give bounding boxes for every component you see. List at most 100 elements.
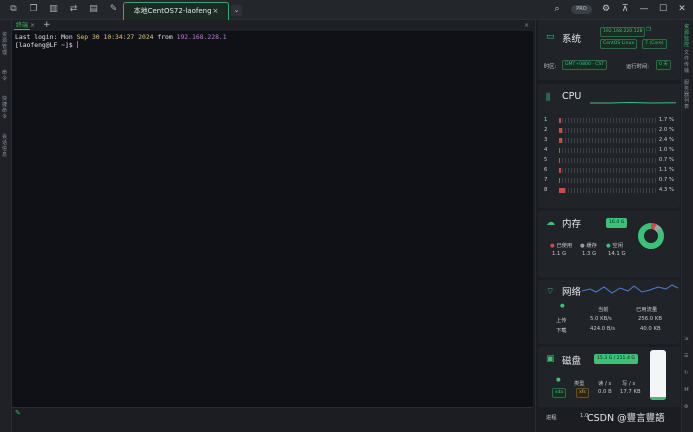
shell-prompt: [laofeng@LF ~]$ bbox=[15, 41, 77, 49]
network-col-current: 当前 bbox=[598, 307, 609, 313]
title-bar: ⧉ ❐ ▥ ⇄ ▤ ✎ 本地CentOS72-laofeng× ⌄ ⌕ PRO … bbox=[0, 0, 693, 20]
memory-total-badge: 16.4 G bbox=[606, 218, 628, 228]
cpu-core-number: 5 bbox=[544, 157, 548, 163]
cpu-core-bar bbox=[559, 138, 657, 143]
disk-col-write: 写 / s bbox=[622, 381, 636, 387]
right-sidebar: 资源监控 文件传输 服务器列表 ⇲ ☰ ↻ ⌘ ⚙ bbox=[681, 20, 693, 432]
list-icon[interactable]: ▤ bbox=[88, 4, 99, 15]
cpu-core-bar bbox=[559, 188, 657, 193]
download-label: 下载 bbox=[556, 328, 567, 334]
terminal-subtab[interactable]: 终端 bbox=[14, 21, 31, 30]
toolbar: ⧉ ❐ ▥ ⇄ ▤ ✎ bbox=[8, 4, 119, 15]
window-controls: ⌕ PRO ⚙ ⊼ — ☐ ✕ bbox=[552, 4, 687, 14]
ip-badge[interactable]: 192.168.220.128 bbox=[600, 27, 646, 37]
cpu-core-value: 0.7 % bbox=[658, 177, 674, 183]
cpu-core-row: 6 1.1 % bbox=[544, 166, 676, 174]
session-tab[interactable]: 本地CentOS72-laofeng× bbox=[123, 2, 229, 20]
disk-read: 0.0 B bbox=[598, 389, 612, 395]
sidebar-item-quick-commands[interactable]: 快捷命令 bbox=[2, 96, 10, 120]
close-subtab-icon[interactable]: × bbox=[30, 21, 35, 30]
memory-used-label: ● 已使用 bbox=[550, 243, 573, 249]
refresh-icon[interactable]: ↻ bbox=[684, 370, 692, 376]
memory-cache-value: 1.3 G bbox=[582, 251, 597, 257]
cloud-icon: ☁ bbox=[546, 218, 555, 228]
cpu-core-fill bbox=[559, 128, 562, 133]
disk-icon: ▣ bbox=[546, 354, 555, 364]
login-date: Sep 30 10:34:27 2024 bbox=[76, 33, 154, 41]
code-icon[interactable]: ⌘ bbox=[684, 387, 692, 393]
sidebar-item-file-transfer[interactable]: 文件传输 bbox=[684, 50, 692, 74]
network-sparkline bbox=[582, 284, 678, 294]
cpu-core-row: 7 0.7 % bbox=[544, 176, 676, 184]
pencil-icon[interactable]: ✎ bbox=[15, 409, 21, 417]
gear-icon[interactable]: ⚙ bbox=[601, 4, 611, 14]
sidebar-item-session-info[interactable]: 会话信息 bbox=[2, 134, 10, 158]
copy-icon[interactable]: ❐ bbox=[646, 27, 651, 33]
memory-title: 内存 bbox=[562, 219, 582, 230]
terminal-subtabs: 终端 × + × bbox=[12, 20, 533, 31]
cpu-core-bar bbox=[559, 118, 657, 123]
list-icon[interactable]: ☰ bbox=[684, 353, 692, 359]
cpu-core-bar bbox=[559, 128, 657, 133]
sidebar-item-resources[interactable]: 资源管理 bbox=[2, 32, 10, 56]
document-icon[interactable]: ❐ bbox=[28, 4, 39, 15]
cpu-core-value: 2.4 % bbox=[658, 137, 674, 143]
cpu-core-value: 1.0 % bbox=[658, 147, 674, 153]
session-tab-label: 本地CentOS72-laofeng bbox=[133, 7, 212, 15]
export-icon[interactable]: ⇲ bbox=[684, 336, 692, 342]
close-all-icon[interactable]: × bbox=[524, 21, 529, 30]
cpu-core-number: 1 bbox=[544, 117, 548, 123]
memory-free-label: ● 空闲 bbox=[606, 243, 623, 249]
disk-title: 磁盘 bbox=[562, 356, 582, 367]
terminal[interactable]: Last login: Mon Sep 30 10:34:27 2024 fro… bbox=[12, 31, 533, 407]
new-window-icon[interactable]: ⧉ bbox=[8, 4, 19, 15]
login-day: Mon bbox=[61, 33, 77, 41]
transfer-icon[interactable]: ⇄ bbox=[68, 4, 79, 15]
upload-total: 256.0 KB bbox=[638, 316, 662, 322]
pro-badge[interactable]: PRO bbox=[571, 4, 592, 14]
settings-icon[interactable]: ⚙ bbox=[684, 404, 692, 410]
sidebar-item-commands[interactable]: 命令 bbox=[2, 70, 10, 82]
add-subtab-button[interactable]: + bbox=[43, 20, 51, 31]
cpu-core-row: 8 4.3 % bbox=[544, 186, 676, 194]
cpu-core-row: 5 0.7 % bbox=[544, 156, 676, 164]
resource-panel: ▭ 系统 192.168.220.128 ❐ CentOS Linux 7 (C… bbox=[535, 20, 681, 432]
cpu-core-bar bbox=[559, 178, 657, 183]
tool-icon[interactable]: ✎ bbox=[108, 4, 119, 15]
tab-dropdown-button[interactable]: ⌄ bbox=[231, 5, 242, 16]
wifi-icon: ⌔ bbox=[546, 287, 555, 297]
memory-donut bbox=[638, 223, 664, 249]
cpu-core-value: 2.0 % bbox=[658, 127, 674, 133]
search-icon[interactable]: ⌕ bbox=[552, 4, 562, 14]
left-sidebar: 资源管理 命令 快捷命令 会话信息 bbox=[0, 20, 12, 432]
network-status-dot: ● bbox=[560, 303, 565, 309]
network-title: 网络 bbox=[562, 287, 582, 298]
minimize-button[interactable]: — bbox=[639, 4, 649, 14]
cpu-core-bar bbox=[559, 168, 657, 173]
cpu-core-fill bbox=[559, 168, 561, 173]
cpu-title: CPU bbox=[562, 91, 582, 102]
cpu-core-number: 7 bbox=[544, 177, 548, 183]
cpu-core-fill bbox=[559, 118, 562, 123]
cpu-core-fill bbox=[559, 188, 565, 193]
cpu-core-value: 4.3 % bbox=[658, 187, 674, 193]
cpu-core-fill bbox=[559, 178, 560, 183]
close-window-button[interactable]: ✕ bbox=[677, 4, 687, 14]
memory-card: ☁ 内存 16.4 G ● 已使用 1.1 G ● 缓存 1.3 G ● 空闲 … bbox=[538, 211, 680, 277]
disk-usage-badge: 15.3 G / 211.4 G bbox=[594, 354, 638, 364]
sidebar-item-server-list[interactable]: 服务器列表 bbox=[684, 80, 692, 110]
cpu-core-fill bbox=[559, 148, 561, 153]
login-prefix: Last login: bbox=[15, 33, 62, 41]
disk-col-read: 读 / s bbox=[598, 381, 612, 387]
disk-type: xfs bbox=[576, 388, 589, 398]
cpu-core-number: 2 bbox=[544, 127, 548, 133]
pin-icon[interactable]: ⊼ bbox=[620, 4, 630, 14]
process-label: 进程 bbox=[546, 415, 557, 421]
memory-free-value: 14.1 G bbox=[608, 251, 626, 257]
close-tab-icon[interactable]: × bbox=[213, 7, 219, 15]
sidebar-item-resource-monitor[interactable]: 资源监控 bbox=[684, 24, 692, 48]
columns-icon[interactable]: ▥ bbox=[48, 4, 59, 15]
cpu-core-bar bbox=[559, 158, 657, 163]
network-card: ⌔ 网络 ● 当前 已用流量 上传 5.0 KB/s 256.0 KB 下载 4… bbox=[538, 280, 680, 344]
maximize-button[interactable]: ☐ bbox=[658, 4, 668, 14]
